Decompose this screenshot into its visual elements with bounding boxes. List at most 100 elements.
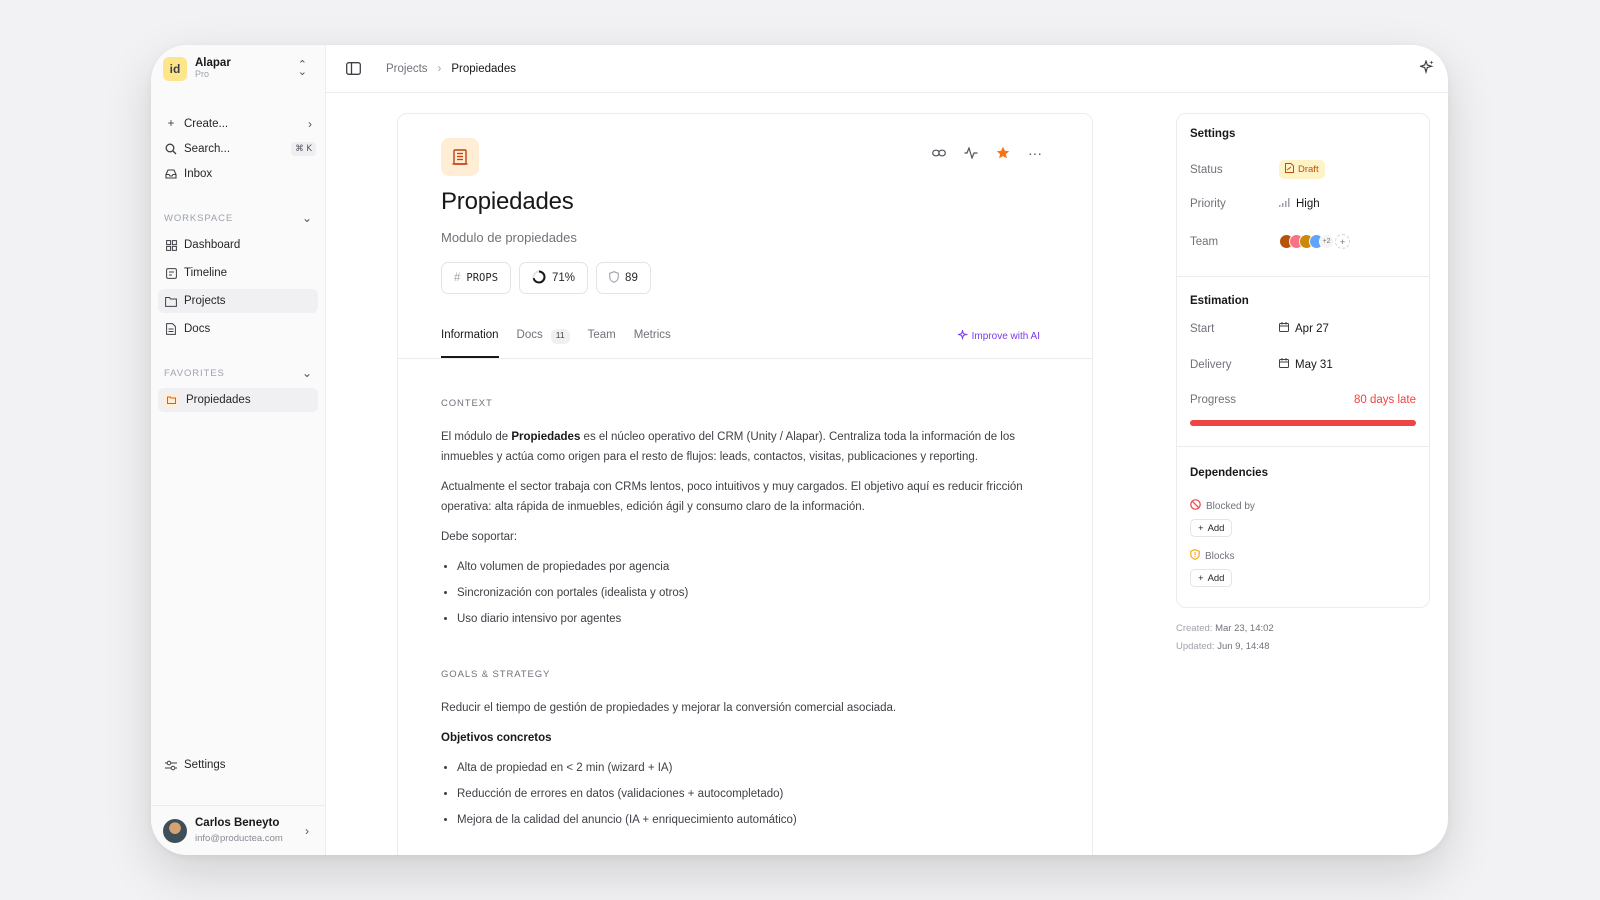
text-segment: El módulo de: [441, 431, 512, 443]
progress-row: Progress 80 days late: [1190, 394, 1416, 406]
list-item: Sincronización con portales (idealista y…: [457, 583, 1044, 603]
sidebar: id Alapar Pro ⌃ ⌄ + Create... › Search...…: [151, 45, 326, 855]
context-paragraph-2: Actualmente el sector trabaja con CRMs l…: [441, 481, 1023, 513]
start-label: Start: [1190, 322, 1215, 335]
delivery-date-picker[interactable]: May 31: [1279, 358, 1333, 371]
workspace-switcher[interactable]: id Alapar Pro ⌃ ⌄: [163, 57, 317, 81]
blocks-text: Blocks: [1205, 550, 1235, 562]
sparkle-icon: [956, 328, 968, 343]
sidebar-toggle-icon[interactable]: [344, 60, 362, 78]
sidebar-item-dashboard[interactable]: Dashboard: [158, 233, 318, 257]
blocked-by-label: Blocked by: [1190, 499, 1255, 513]
app-window: id Alapar Pro ⌃ ⌄ + Create... › Search...…: [151, 45, 1448, 855]
more-options-icon[interactable]: ···: [1026, 144, 1044, 162]
tab-docs[interactable]: Docs 11: [517, 320, 570, 358]
progress-chip[interactable]: 71%: [519, 262, 589, 294]
progress-ring-icon: [532, 270, 546, 287]
team-row: Team +2 +: [1190, 234, 1416, 249]
settings-button[interactable]: Settings: [158, 753, 318, 777]
favorites-section-toggle[interactable]: FAVORITES ⌄: [164, 366, 313, 380]
project-actions: ···: [930, 144, 1044, 162]
folder-icon: [164, 393, 178, 407]
context-paragraph-1: El módulo de Propiedades es el núcleo op…: [441, 427, 1044, 467]
add-blocks-button[interactable]: + Add: [1190, 569, 1233, 587]
sidebar-item-docs[interactable]: Docs: [158, 317, 318, 341]
tab-label: Team: [587, 329, 616, 341]
page-subtitle[interactable]: Modulo de propiedades: [441, 230, 577, 245]
favorite-item-propiedades[interactable]: Propiedades: [158, 388, 318, 412]
shield-icon: [609, 270, 619, 286]
updated-meta: Updated: Jun 9, 14:48: [1176, 641, 1270, 652]
tab-team[interactable]: Team: [588, 320, 616, 358]
delivery-label: Delivery: [1190, 358, 1232, 371]
inbox-button[interactable]: Inbox: [158, 162, 318, 186]
start-date-picker[interactable]: Apr 27: [1279, 322, 1329, 335]
chevron-right-icon: ›: [308, 117, 312, 131]
priority-select[interactable]: High: [1279, 198, 1320, 210]
start-row: Start Apr 27: [1190, 322, 1416, 335]
sliders-icon: [164, 758, 178, 772]
project-chips: # PROPS 71% 89: [441, 262, 651, 294]
warning-shield-icon: [1190, 549, 1200, 563]
chevron-right-icon: ›: [305, 823, 309, 838]
search-button[interactable]: Search... ⌘ K: [158, 137, 318, 161]
favorites-section-label: FAVORITES: [164, 367, 225, 379]
sidebar-item-timeline[interactable]: Timeline: [158, 261, 318, 285]
created-meta: Created: Mar 23, 14:02: [1176, 623, 1274, 634]
project-code-chip[interactable]: # PROPS: [441, 262, 512, 294]
list-item: Alta de propiedad en < 2 min (wizard + I…: [457, 758, 1044, 778]
blocked-by-text: Blocked by: [1206, 500, 1255, 512]
tab-metrics[interactable]: Metrics: [634, 320, 671, 358]
activity-icon[interactable]: [962, 144, 980, 162]
project-card: ··· Propiedades Modulo de propiedades # …: [397, 113, 1093, 855]
status-row: Status Draft: [1190, 160, 1416, 179]
sparkle-icon[interactable]: [1418, 59, 1434, 77]
grid-icon: [164, 238, 178, 252]
sidebar-item-label: Timeline: [184, 267, 228, 279]
divider: [1177, 446, 1429, 447]
add-member-button[interactable]: +: [1335, 234, 1350, 249]
team-more-count: +2: [1319, 234, 1334, 249]
inbox-icon: [164, 167, 178, 181]
draft-icon: [1285, 163, 1294, 176]
star-icon[interactable]: [994, 144, 1012, 162]
status-badge[interactable]: Draft: [1279, 160, 1325, 179]
priority-label: Priority: [1190, 198, 1226, 210]
team-avatars[interactable]: +2 +: [1279, 234, 1350, 249]
plus-icon: +: [1198, 522, 1204, 534]
user-menu[interactable]: Carlos Beneyto info@productea.com ›: [151, 805, 325, 855]
improve-with-ai-button[interactable]: Improve with AI: [956, 328, 1040, 343]
tab-label: Metrics: [633, 329, 671, 341]
user-name: Carlos Beneyto: [195, 816, 280, 829]
breadcrumb: Projects › Propiedades: [386, 63, 516, 75]
improve-label: Improve with AI: [971, 331, 1040, 342]
building-icon[interactable]: [441, 138, 479, 176]
calendar-icon: [1279, 358, 1289, 371]
tab-information[interactable]: Information: [441, 320, 499, 358]
sidebar-item-projects[interactable]: Projects: [158, 289, 318, 313]
avatar: [163, 818, 187, 843]
search-label: Search...: [184, 143, 231, 155]
progress-label: Progress: [1190, 394, 1237, 406]
create-button[interactable]: + Create... ›: [158, 112, 318, 136]
sidebar-item-label: Projects: [184, 295, 226, 307]
add-blocked-by-button[interactable]: + Add: [1190, 519, 1233, 537]
status-value: Draft: [1298, 164, 1319, 175]
divider: [1177, 276, 1429, 277]
context-heading: CONTEXT: [441, 398, 493, 409]
progress-bar: [1190, 420, 1416, 426]
context-paragraph-3: Debe soportar:: [441, 531, 518, 543]
link-icon[interactable]: [930, 144, 948, 162]
late-status: 80 days late: [1353, 394, 1416, 406]
dependencies-title: Dependencies: [1190, 467, 1268, 479]
progress-value: 71%: [552, 272, 576, 284]
start-value: Apr 27: [1295, 322, 1329, 335]
score-chip[interactable]: 89: [596, 262, 651, 294]
user-email: info@productea.com: [195, 832, 283, 844]
workspace-section-label: WORKSPACE: [164, 212, 234, 224]
workspace-section-toggle[interactable]: WORKSPACE ⌄: [164, 211, 313, 225]
list-item: Mejora de la calidad del anuncio (IA + e…: [457, 810, 1044, 830]
blocks-label: Blocks: [1190, 549, 1234, 563]
list-item: Alto volumen de propiedades por agencia: [457, 557, 1044, 577]
breadcrumb-projects-link[interactable]: Projects: [386, 63, 428, 75]
